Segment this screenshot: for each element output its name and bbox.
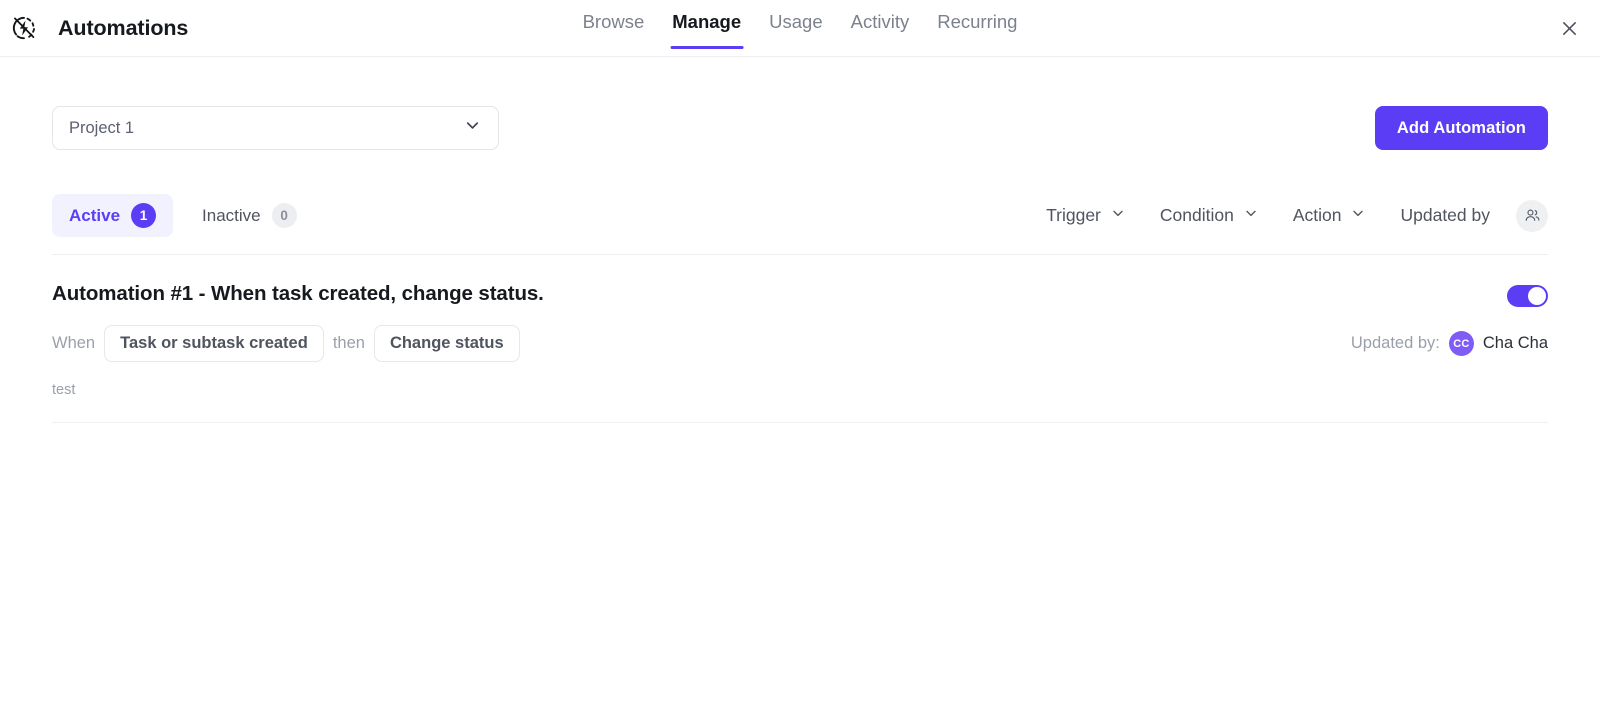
filter-condition-label: Condition (1159, 205, 1234, 225)
filter-bar: Active 1 Inactive 0 Trigger Condition Ac… (52, 194, 1548, 255)
status-tab-active-label: Active (69, 205, 121, 225)
filter-action[interactable]: Action (1276, 199, 1384, 232)
status-tab-inactive-label: Inactive (202, 205, 261, 225)
main-nav: Browse Manage Usage Activity Recurring (569, 0, 1032, 57)
nav-tab-browse[interactable]: Browse (569, 11, 659, 49)
nav-tab-usage[interactable]: Usage (755, 11, 836, 49)
filter-controls: Trigger Condition Action Updated by (1029, 199, 1548, 232)
rule-then-label: then (332, 334, 365, 352)
project-select-value: Project 1 (69, 118, 135, 137)
status-tab-active[interactable]: Active 1 (52, 194, 174, 237)
automation-bolt-icon (4, 8, 44, 48)
nav-tab-recurring[interactable]: Recurring (923, 11, 1031, 49)
brand: Automations (0, 8, 188, 48)
chevron-down-icon (1350, 205, 1366, 226)
automation-enabled-toggle[interactable] (1507, 285, 1548, 307)
updated-by-prefix: Updated by: (1350, 334, 1440, 352)
filter-trigger[interactable]: Trigger (1029, 199, 1143, 232)
app-header: Automations Browse Manage Usage Activity… (0, 0, 1600, 57)
automation-rule: When Task or subtask created then Change… (52, 325, 520, 362)
status-tab-inactive[interactable]: Inactive 0 (185, 194, 314, 237)
automation-title: Automation #1 - When task created, chang… (52, 282, 544, 305)
people-icon[interactable] (1516, 199, 1548, 232)
chevron-down-icon (1110, 205, 1126, 226)
filter-action-label: Action (1292, 205, 1342, 225)
filter-condition[interactable]: Condition (1143, 199, 1276, 232)
status-tab-active-count: 1 (131, 203, 157, 228)
chevron-down-icon (1243, 205, 1259, 226)
toolbar: Project 1 Add Automation (52, 57, 1548, 150)
rule-when-label: When (52, 334, 96, 352)
automation-row-header: Automation #1 - When task created, chang… (52, 281, 1548, 307)
avatar: CC (1448, 331, 1474, 356)
filter-updated-by[interactable]: Updated by (1383, 199, 1507, 232)
close-icon[interactable] (1554, 13, 1584, 43)
add-automation-button[interactable]: Add Automation (1374, 106, 1548, 150)
nav-tab-manage[interactable]: Manage (658, 11, 755, 49)
status-tabs: Active 1 Inactive 0 (52, 194, 314, 237)
content-area: Project 1 Add Automation Active 1 Inacti… (0, 57, 1600, 423)
rule-trigger-chip[interactable]: Task or subtask created (104, 325, 324, 362)
page-title: Automations (58, 15, 189, 40)
automation-updated-by: Updated by: CC Cha Cha (1351, 331, 1548, 356)
automation-row[interactable]: Automation #1 - When task created, chang… (52, 255, 1548, 423)
automation-rule-row: When Task or subtask created then Change… (52, 325, 1548, 362)
project-select[interactable]: Project 1 (52, 106, 499, 150)
chevron-down-icon (463, 116, 482, 140)
updated-by-name: Cha Cha (1482, 334, 1548, 352)
rule-action-chip[interactable]: Change status (373, 325, 520, 362)
filter-updated-by-label: Updated by (1400, 205, 1490, 225)
filter-trigger-label: Trigger (1046, 205, 1101, 225)
status-tab-inactive-count: 0 (271, 203, 297, 228)
automation-description: test (52, 382, 76, 398)
toggle-knob (1528, 287, 1546, 305)
nav-tab-activity[interactable]: Activity (837, 11, 924, 49)
